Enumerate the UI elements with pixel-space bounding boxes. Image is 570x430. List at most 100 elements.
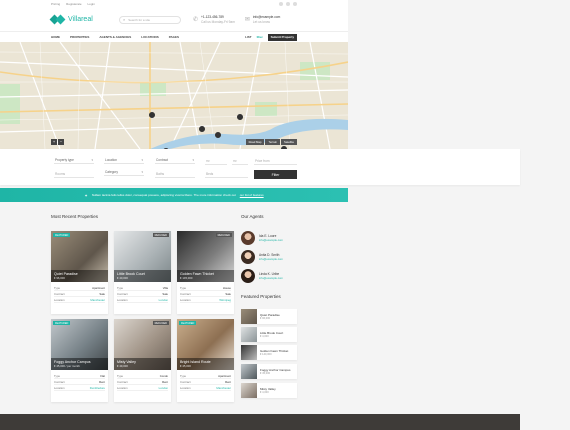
featured-item[interactable]: Golden Fawn Thicket € 140,000 (241, 345, 297, 360)
contract-label: Contract (180, 291, 191, 296)
location-value[interactable]: London (159, 298, 168, 302)
featured-thumb[interactable] (241, 327, 257, 342)
property-badge: REDUCED (152, 321, 169, 325)
property-card[interactable]: FEATURED Quiet Paradise € 96,000 Type Apartm… (51, 231, 108, 314)
facebook-icon[interactable] (279, 2, 283, 6)
property-price: € 96,000 (54, 276, 65, 280)
agent-item[interactable]: Ida E. Loore info@example.com (241, 231, 283, 245)
search-input[interactable]: ⌕ Search for a site (119, 15, 181, 24)
agent-email[interactable]: info@example.com (259, 257, 283, 261)
agent-email[interactable]: info@example.com (259, 276, 283, 280)
filter-button[interactable]: Filter (254, 170, 297, 179)
location-label: Location (54, 385, 65, 390)
area-to-input[interactable]: m² (232, 157, 248, 165)
property-card[interactable]: FEATURED Bright Island Route € 45,000 Type A… (177, 319, 234, 402)
mail-icon: ✉ (244, 17, 250, 23)
contract-label: Contract (54, 379, 65, 384)
agent-item[interactable]: Anita D. Smith info@example.com (241, 250, 283, 264)
email-sub: Let us know (252, 19, 270, 24)
zoom-out-icon[interactable]: − (58, 139, 64, 145)
map-type-road[interactable]: Road Map (245, 139, 265, 145)
nav-item-pages[interactable]: PAGES (169, 35, 179, 39)
rooms-input[interactable]: Rooms (54, 170, 94, 178)
property-type-select[interactable]: Property type ▾ (54, 156, 94, 164)
register-link[interactable]: Registerate (66, 2, 81, 6)
property-photo[interactable]: REDUCED Little Brook Court € 40,000 (114, 231, 171, 282)
featured-item[interactable]: Little Brook Court € 4,000 (241, 327, 297, 342)
area-from-input[interactable]: m² (205, 157, 227, 165)
type-label: Type (180, 285, 187, 290)
nav-item-properties[interactable]: PROPERTIES (70, 35, 89, 39)
nav-item-agents[interactable]: AGENTS & AGENCIES (99, 35, 131, 39)
site-container: Pricing Registerate Login Villareal ⌕ Se… (0, 0, 348, 149)
featured-thumb[interactable] (241, 364, 257, 379)
login-link[interactable]: Login (88, 2, 95, 6)
location-select[interactable]: Location ▾ (104, 156, 144, 164)
avatar[interactable] (241, 231, 255, 245)
pricing-link[interactable]: Pricing (51, 2, 60, 6)
search-icon: ⌕ (123, 17, 126, 22)
property-photo[interactable]: FEATURED Quiet Paradise € 96,000 (51, 231, 108, 282)
location-value[interactable]: Winnipeg (219, 298, 231, 302)
map-type-satellite[interactable]: Satellite (281, 139, 297, 145)
property-photo[interactable]: REDUCED Misty Valley € 49,000 (114, 319, 171, 370)
twitter-icon[interactable] (286, 2, 290, 6)
google-plus-icon[interactable] (293, 2, 297, 6)
property-badge: FEATURED (53, 233, 71, 237)
featured-thumb[interactable] (241, 383, 257, 398)
map-canvas (0, 42, 348, 149)
property-card[interactable]: REDUCED Golden Fawn Thicket € 145,000 Type H… (177, 231, 234, 314)
property-badge: REDUCED (215, 233, 232, 237)
favorites-link[interactable]: 0fav (257, 35, 263, 39)
agent-email[interactable]: info@example.com (259, 238, 283, 242)
location-value[interactable]: London (159, 386, 168, 390)
logo[interactable]: Villareal (49, 14, 113, 25)
property-caption: Quiet Paradise € 96,000 (51, 270, 108, 282)
property-card[interactable]: REDUCED Misty Valley € 49,000 Type Condo Cont… (114, 319, 171, 402)
type-value: Villa (162, 285, 168, 290)
property-photo[interactable]: FEATURED Foggy Anchor Campus € 45,000 / pe… (51, 319, 108, 370)
property-photo[interactable]: FEATURED Bright Island Route € 45,000 (177, 319, 234, 370)
contract-value: Rent (225, 379, 231, 384)
nav-item-home[interactable]: HOME (51, 35, 60, 39)
featured-item[interactable]: Quiet Paradise € 96,000 (241, 309, 297, 324)
featured-thumb[interactable] (241, 309, 257, 324)
featured-item[interactable]: Misty Valley € 4,000 (241, 383, 297, 398)
logo-icon (49, 14, 66, 25)
baths-input[interactable]: Baths (155, 170, 195, 178)
type-label: Type (54, 285, 61, 290)
featured-price: € 4,000 (260, 391, 269, 394)
map[interactable]: + − Road Map Terrain Satellite (0, 42, 348, 149)
property-card[interactable]: REDUCED Little Brook Court € 40,000 Type Vil… (114, 231, 171, 314)
submit-property-button[interactable]: Submit Property (267, 33, 297, 41)
type-label: Type (54, 373, 61, 378)
beds-input[interactable]: Beds (205, 170, 248, 178)
email-address[interactable]: info@example.com (253, 15, 280, 20)
avatar[interactable] (241, 269, 255, 283)
featured-thumb[interactable] (241, 345, 257, 360)
property-card[interactable]: FEATURED Foggy Anchor Campus € 45,000 / pe… (51, 319, 108, 402)
zoom-in-icon[interactable]: + (51, 139, 57, 145)
location-value[interactable]: Manchester (90, 298, 105, 302)
featured-price: € 140,000 (260, 353, 272, 356)
location-value[interactable]: Manchester (216, 386, 231, 390)
nav-item-locations[interactable]: LOCATIONS (141, 35, 158, 39)
banner-link[interactable]: our list of features (240, 193, 264, 197)
location-value[interactable]: Dumbledore (90, 386, 105, 390)
avatar[interactable] (241, 250, 255, 264)
property-photo[interactable]: REDUCED Golden Fawn Thicket € 145,000 (177, 231, 234, 282)
contract-value: Sale (225, 291, 231, 296)
featured-item[interactable]: Foggy Anchor Campus € 45,000 (241, 364, 297, 379)
agent-item[interactable]: Linda K. Uribe info@example.com (241, 269, 283, 283)
price-from-input[interactable]: Price from (254, 157, 297, 165)
contract-select[interactable]: Contract ▾ (155, 156, 195, 164)
agents-title: Our Agents (241, 214, 264, 219)
map-type-terrain[interactable]: Terrain (265, 139, 281, 145)
contract-label: Contract (180, 379, 191, 384)
contract-value: Sale (162, 291, 168, 296)
page: Pricing Registerate Login Villareal ⌕ Se… (0, 0, 570, 430)
search-placeholder: Search for a site (128, 17, 151, 22)
list-link[interactable]: LIST (245, 35, 252, 39)
type-value: Flat (100, 373, 105, 378)
category-select[interactable]: Category ▾ (104, 168, 144, 176)
